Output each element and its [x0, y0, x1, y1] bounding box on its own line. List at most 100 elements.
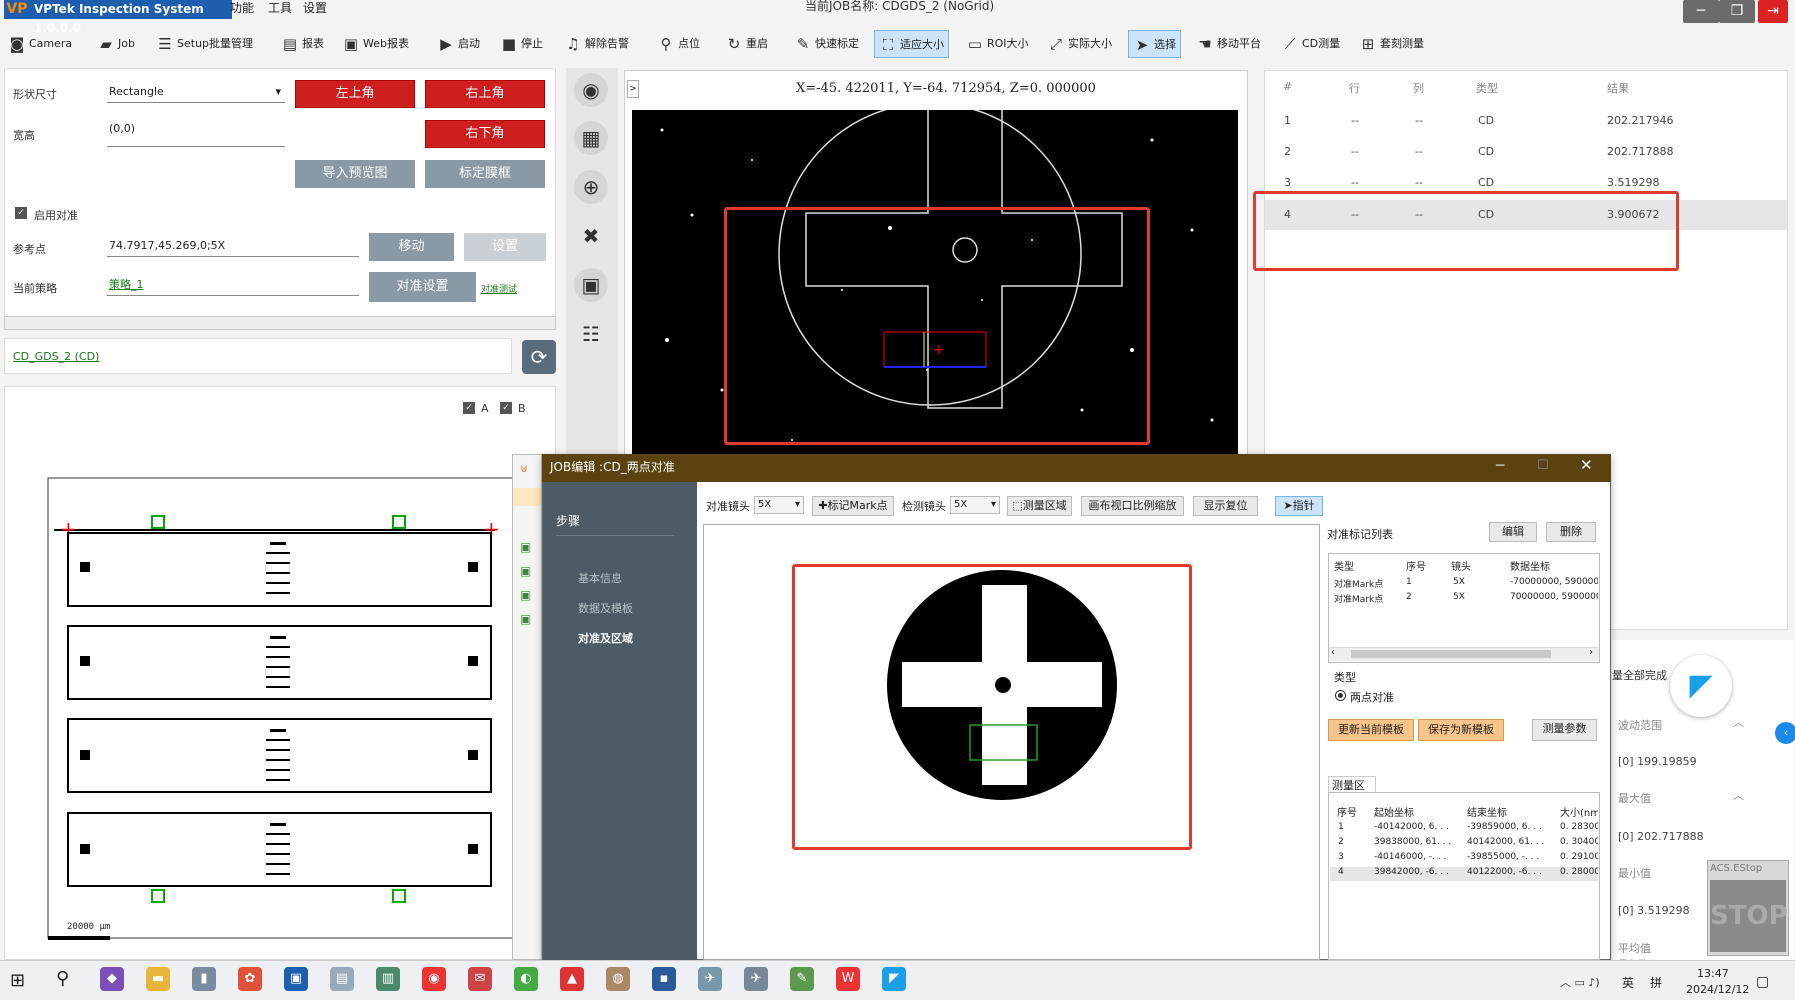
mark-point-button[interactable]: ✚标记Mark点 [812, 496, 894, 516]
ime-indicator[interactable]: 拼 [1650, 974, 1662, 991]
side-expand-icon[interactable]: ‹ [1775, 722, 1795, 744]
move-button[interactable]: 移动 [369, 233, 454, 261]
step-align-area[interactable]: 对准及区域 [578, 630, 633, 646]
dialog-maximize-button[interactable]: ☐ [1537, 458, 1549, 473]
viewport-scale-button[interactable]: 画布视口比例缩放 [1081, 496, 1184, 516]
start-button[interactable]: ▶ 启动 [437, 30, 480, 58]
dialog-close-button[interactable]: ✕ [1580, 456, 1593, 474]
align-test-link[interactable]: 对准测试 [481, 282, 517, 295]
pointer-button[interactable]: ➤指针 [1275, 496, 1323, 516]
camera-button[interactable]: ◙ Camera [8, 30, 72, 58]
visual-studio-icon[interactable]: ◆ [100, 967, 124, 991]
app-icon-10[interactable]: ◐ [514, 967, 538, 991]
select-button[interactable]: ➤ 选择 [1128, 30, 1181, 58]
step-basic-info[interactable]: 基本信息 [578, 570, 622, 586]
roi-size-button[interactable]: ▭ ROI大小 [966, 30, 1029, 58]
quick-calibrate-button[interactable]: ✎ 快速标定 [794, 30, 859, 58]
point-button[interactable]: ⚲ 点位 [657, 30, 701, 58]
measure-area-button[interactable]: ⬚测量区域 [1007, 496, 1072, 516]
wps-icon[interactable]: W [836, 967, 860, 991]
overlay-measure-button[interactable]: ⊞ 套刻测量 [1359, 30, 1424, 58]
app-icon-7[interactable]: ▥ [376, 967, 400, 991]
set-button[interactable]: 设置 [464, 233, 546, 261]
step-data-template[interactable]: 数据及模板 [578, 600, 633, 616]
close-button[interactable]: ⇥ [1758, 0, 1788, 23]
horizontal-scrollbar[interactable] [4, 316, 556, 330]
two-point-radio[interactable] [1335, 690, 1346, 701]
scroll-left-icon[interactable]: ‹ [1331, 647, 1335, 658]
align-lens-select[interactable]: 5X ▾ [754, 496, 804, 514]
dialog-minimize-button[interactable]: ─ [1496, 458, 1504, 474]
file-explorer-icon[interactable]: ▬ [146, 967, 170, 991]
actual-size-button[interactable]: ⤢ 实际大小 [1047, 30, 1112, 58]
scroll-right-icon[interactable]: › [1589, 647, 1593, 658]
scroll-thumb[interactable] [1351, 650, 1551, 658]
collapse-max-icon[interactable]: ︿ [1733, 787, 1744, 803]
fit-size-button[interactable]: ⛶ 适应大小 [874, 30, 949, 58]
shape-select[interactable]: Rectangle ▾ [107, 83, 285, 103]
notification-icon[interactable]: ▢ [1756, 974, 1769, 990]
tools-icon[interactable]: ✖ [574, 219, 608, 253]
report-button[interactable]: ▤ 报表 [281, 30, 324, 58]
job-link[interactable]: CD_GDS_2 (CD) [13, 350, 99, 363]
table-row[interactable]: 3 -40146000, -. . . -39855000, -. . . 0. 29… [1330, 852, 1598, 866]
image-icon[interactable]: ▣ [574, 268, 608, 302]
top-right-button[interactable]: 右上角 [425, 80, 545, 108]
width-input[interactable]: (0,0) [107, 120, 285, 147]
edit-mark-button[interactable]: 编辑 [1489, 522, 1537, 542]
tab-measure-area[interactable]: 测量区域 [1328, 776, 1376, 808]
bottom-right-button[interactable]: 右下角 [425, 120, 545, 148]
enable-align-checkbox[interactable]: ✓ [15, 207, 27, 219]
maximize-button[interactable]: ❐ [1719, 0, 1755, 23]
search-icon[interactable]: ⚲ [56, 968, 69, 989]
language-indicator[interactable]: 英 [1622, 974, 1634, 991]
clear-alarm-button[interactable]: ♫ 解除告警 [564, 30, 629, 58]
stop-button[interactable]: ■ 停止 [500, 30, 543, 58]
app-icon-12[interactable]: ◍ [606, 967, 630, 991]
minimize-button[interactable]: ─ [1683, 0, 1719, 23]
table-row[interactable]: 2 -- -- CD 202.717888 [1265, 139, 1787, 165]
measure-params-button[interactable]: 测量参数 [1532, 719, 1597, 741]
delete-mark-button[interactable]: 删除 [1546, 522, 1596, 542]
move-stage-button[interactable]: ☚ 移动平台 [1196, 30, 1261, 58]
windows-start-icon[interactable]: ⊞ [10, 970, 25, 991]
checkbox-a[interactable]: ✓ [463, 402, 475, 414]
app-icon-16[interactable]: ✎ [790, 967, 814, 991]
table-row[interactable]: 1 -- -- CD 202.217946 [1265, 108, 1787, 134]
checkbox-b[interactable]: ✓ [500, 402, 512, 414]
globe-settings-icon[interactable]: ⊕ [574, 170, 608, 204]
app-icon-18[interactable]: ◤ [882, 967, 906, 991]
assistant-logo-icon[interactable]: ◤ [1670, 655, 1732, 717]
reset-view-button[interactable]: 显示复位 [1193, 496, 1258, 516]
save-template-button[interactable]: 保存为新模板 [1418, 719, 1504, 741]
list-check-icon[interactable]: ☷ [574, 317, 608, 351]
table-row[interactable]: 2 39838000, 61. . . 40142000, 61. . . 0. 30… [1330, 837, 1598, 851]
setup-batch-button[interactable]: ☰ Setup批量管理 [156, 30, 253, 58]
grid-icon[interactable]: ▦ [574, 121, 608, 155]
mark-list-scrollbar[interactable]: ‹ › [1329, 647, 1599, 661]
app-icon-5[interactable]: ▣ [284, 967, 308, 991]
collapse-range-icon[interactable]: ︿ [1733, 714, 1744, 730]
table-row[interactable]: 对准Mark点 2 5X 70000000, 5900000 [1329, 592, 1599, 606]
tray-icons[interactable]: ︿ ▭ ♪) [1560, 974, 1600, 990]
ref-point-input[interactable]: 74.7917,45.269,0;5X [107, 237, 359, 257]
table-row-selected[interactable]: 4 39842000, -6. . . 40122000, -6. . . 0. 28… [1330, 867, 1598, 881]
app-icon-3[interactable]: ▮ [192, 967, 216, 991]
job-button[interactable]: ▰ Job [97, 30, 135, 58]
top-left-button[interactable]: 左上角 [295, 80, 415, 108]
detect-lens-select[interactable]: 5X ▾ [950, 496, 1000, 514]
app-icon-6[interactable]: ▤ [330, 967, 354, 991]
align-settings-button[interactable]: 对准设置 [369, 272, 476, 302]
strategy-input[interactable]: 策略_1 [107, 276, 359, 296]
msg-icon[interactable]: ✉ [468, 967, 492, 991]
update-template-button[interactable]: 更新当前模板 [1328, 719, 1414, 741]
app-icon-4[interactable]: ✿ [238, 967, 262, 991]
import-preview-button[interactable]: 导入预览图 [295, 160, 415, 188]
camera-capture-icon[interactable]: ◉ [574, 73, 608, 107]
table-row[interactable]: 1 -40142000, 6. . . -39859000, 6. . . 0. 28… [1330, 822, 1598, 836]
app-icon-15[interactable]: ✈ [744, 967, 768, 991]
wafer-preview-canvas[interactable]: + + [40, 470, 555, 950]
refresh-job-icon[interactable]: ⟳ [522, 340, 556, 374]
menu-settings[interactable]: 设置 [303, 0, 327, 19]
menu-function[interactable]: 功能 [230, 0, 254, 19]
